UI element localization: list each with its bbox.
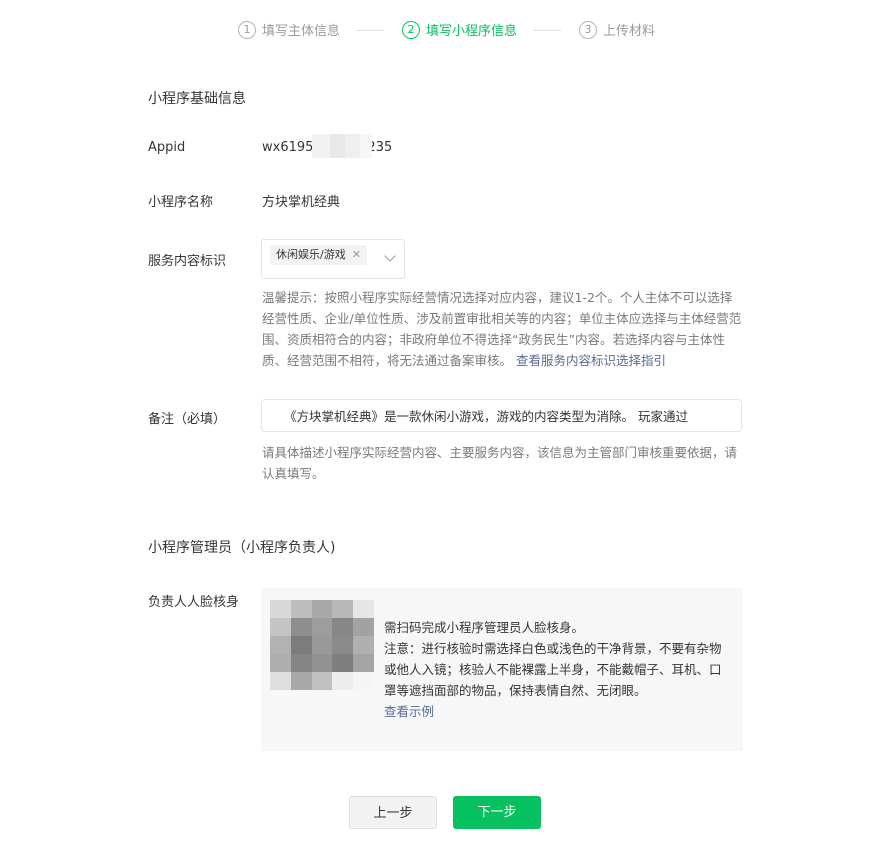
appid-redaction (312, 134, 372, 158)
remark-label: 备注（必填） (148, 412, 227, 427)
step-divider (356, 30, 384, 31)
chevron-down-icon[interactable] (384, 250, 396, 262)
service-tag-label: 休闲娱乐/游戏 (276, 248, 346, 261)
step-2: 2 填写小程序信息 (402, 20, 517, 39)
basic-info-title: 小程序基础信息 (148, 91, 246, 107)
step-3-number: 3 (579, 20, 597, 39)
step-2-label: 填写小程序信息 (426, 24, 518, 39)
service-label: 服务内容标识 (148, 254, 227, 269)
service-hint: 温馨提示：按照小程序实际经营情况选择对应内容，建议1-2个。个人主体不可以选择经… (262, 287, 744, 371)
face-verify-note: 注意：进行核验时需选择白色或浅色的干净背景，不要有杂物或他人入镜；核验人不能裸露… (384, 641, 722, 698)
service-select[interactable]: 休闲娱乐/游戏 ✕ (261, 239, 405, 279)
view-example-link[interactable]: 查看示例 (384, 701, 724, 722)
step-3-label: 上传材料 (603, 24, 656, 39)
next-step-button[interactable]: 下一步 (453, 796, 541, 829)
name-value: 方块掌机经典 (262, 195, 341, 210)
step-1-label: 填写主体信息 (262, 24, 341, 39)
appid-label: Appid (148, 140, 186, 155)
name-label: 小程序名称 (148, 195, 214, 210)
face-verify-text: 需扫码完成小程序管理员人脸核身。 注意：进行核验时需选择白色或浅色的干净背景，不… (384, 617, 724, 722)
admin-title: 小程序管理员（小程序负责人) (148, 540, 336, 556)
service-tag: 休闲娱乐/游戏 ✕ (270, 245, 367, 265)
step-3: 3 上传材料 (579, 20, 655, 39)
step-1-number: 1 (238, 20, 256, 39)
remark-input[interactable]: 《方块掌机经典》是一款休闲小游戏，游戏的内容类型为消除。 玩家通过 (261, 399, 742, 432)
close-icon[interactable]: ✕ (352, 245, 361, 265)
face-verify-instruction: 需扫码完成小程序管理员人脸核身。 (384, 620, 585, 635)
face-label: 负责人人脸核身 (148, 595, 240, 610)
step-divider (533, 30, 561, 31)
prev-step-button[interactable]: 上一步 (349, 796, 437, 829)
appid-prefix: wx6195 (262, 140, 314, 155)
face-verify-qrcode (270, 600, 374, 690)
remark-hint: 请具体描述小程序实际经营内容、主要服务内容，该信息为主管部门审核重要依据，请认真… (262, 445, 738, 481)
service-hint-text: 温馨提示：按照小程序实际经营情况选择对应内容，建议1-2个。个人主体不可以选择经… (262, 290, 742, 368)
step-2-number: 2 (402, 20, 420, 39)
step-1: 1 填写主体信息 (238, 20, 340, 39)
service-guide-link[interactable]: 查看服务内容标识选择指引 (516, 353, 666, 368)
